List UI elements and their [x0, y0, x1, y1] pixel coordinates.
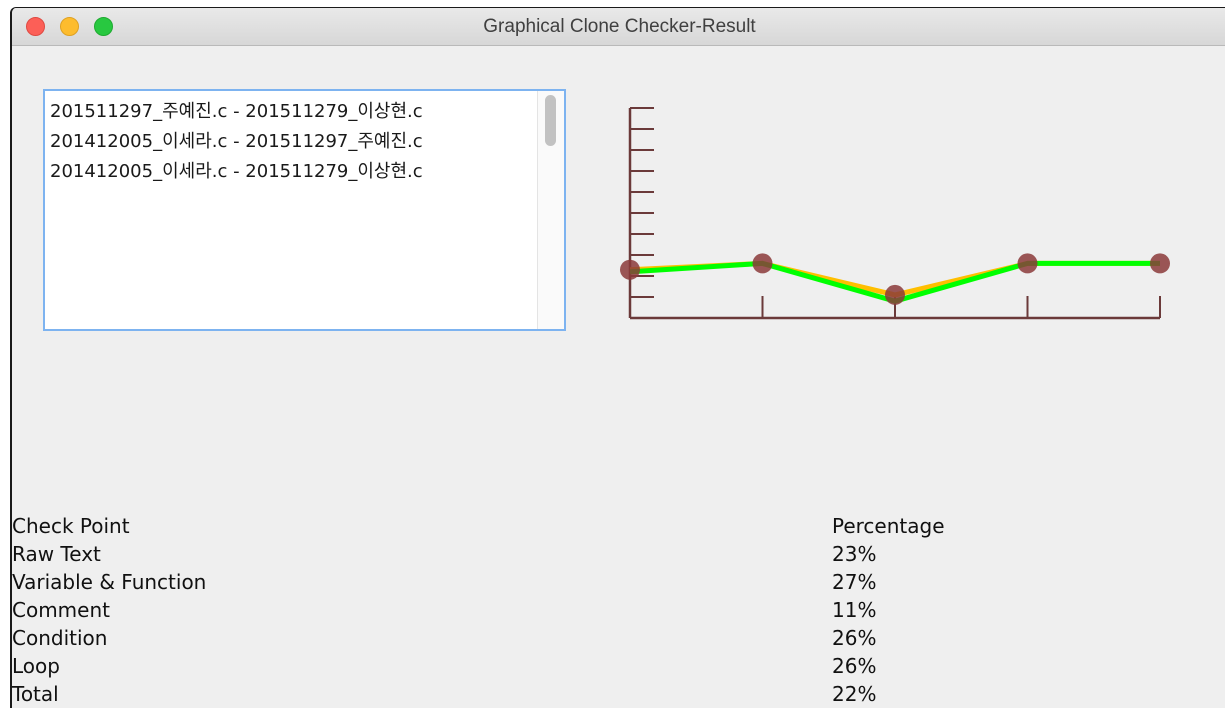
percentage-value: 11% [832, 598, 877, 622]
percentage-value: 23% [832, 542, 877, 566]
percentage-header: Percentage [832, 514, 945, 538]
table-row: Loop 26% [12, 652, 1225, 680]
check-point-name: Comment [12, 598, 110, 622]
table-header-row: Check Point Percentage [12, 512, 1225, 540]
data-point [1017, 253, 1038, 274]
check-point-header: Check Point [12, 514, 130, 538]
table-row: Variable & Function 27% [12, 568, 1225, 596]
table-row: Raw Text 23% [12, 540, 1225, 568]
title-bar[interactable]: Graphical Clone Checker-Result [12, 8, 1225, 46]
data-point [620, 259, 640, 280]
check-point-name: Total [12, 682, 59, 706]
similarity-line-chart [620, 107, 1170, 320]
table-row: Total 22% [12, 680, 1225, 708]
list-item[interactable]: 201412005_이세라.c - 201511297_주예진.c [50, 127, 423, 157]
list-scrollbar[interactable] [537, 91, 564, 329]
data-point [752, 253, 773, 274]
result-table: Check Point Percentage Raw Text 23% Vari… [12, 512, 1225, 708]
check-point-name: Loop [12, 654, 60, 678]
list-item[interactable]: 201412005_이세라.c - 201511279_이상현.c [50, 157, 423, 187]
percentage-value: 26% [832, 626, 877, 650]
percentage-value: 27% [832, 570, 877, 594]
data-point [885, 284, 905, 305]
percentage-value: 22% [832, 682, 877, 706]
check-point-name: Variable & Function [12, 570, 207, 594]
result-window: Graphical Clone Checker-Result 201511297… [10, 7, 1225, 708]
scrollbar-thumb[interactable] [545, 95, 556, 146]
file-pair-list[interactable]: 201511297_주예진.c - 201511279_이상현.c 201412… [43, 89, 566, 331]
table-row: Condition 26% [12, 624, 1225, 652]
table-row: Comment 11% [12, 596, 1225, 624]
check-point-name: Condition [12, 626, 108, 650]
percentage-value: 26% [832, 654, 877, 678]
window-title: Graphical Clone Checker-Result [483, 16, 756, 37]
list-item[interactable]: 201511297_주예진.c - 201511279_이상현.c [50, 97, 423, 127]
check-point-name: Raw Text [12, 542, 101, 566]
data-point [1150, 253, 1170, 274]
